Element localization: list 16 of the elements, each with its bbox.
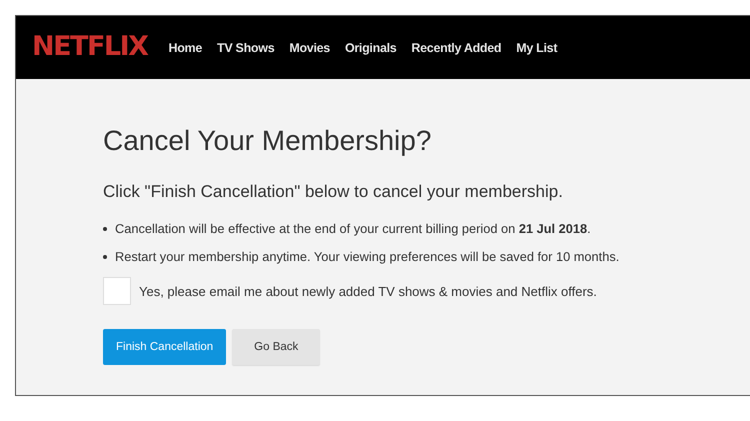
checkbox[interactable] [103, 277, 131, 305]
logo[interactable]: NETFLIX [32, 31, 148, 64]
bullet-text: Restart your membership anytime. Your viewing preferences will be saved for 10 months. [115, 249, 620, 264]
checkbox-label: Yes, please email me about newly added TV shows & movies and Netflix offers. [139, 284, 597, 298]
page-title: Cancel Your Membership? [103, 125, 432, 157]
nav-link[interactable]: My List [516, 40, 558, 54]
nav-link[interactable]: Originals [344, 40, 396, 54]
bullet-text: Cancellation will be effective at the end of your current billing period on 21 Jul 2018. [115, 221, 591, 236]
bullet-icon [103, 254, 107, 258]
instruction-text: Click "Finish Cancellation" below to cancel your membership. [103, 182, 564, 202]
nav-link[interactable]: Recently Added [411, 40, 502, 54]
nav-link[interactable]: Home [168, 40, 202, 54]
nav-link[interactable]: Movies [289, 40, 330, 54]
bullet-icon [103, 226, 107, 230]
nav-link[interactable]: TV Shows [217, 40, 274, 54]
back-button[interactable]: Go Back [232, 329, 320, 365]
